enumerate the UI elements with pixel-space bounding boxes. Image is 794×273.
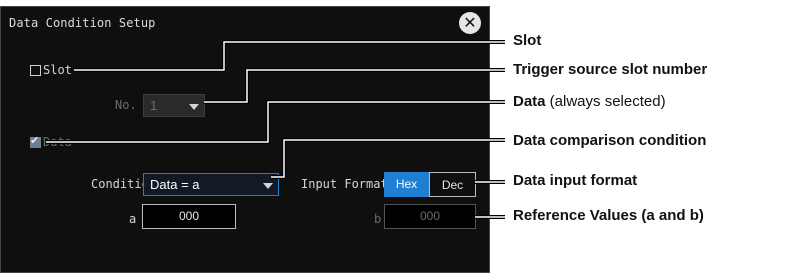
callout-slot: Slot (513, 32, 542, 49)
callout-data: Data (always selected) (513, 93, 666, 110)
callout-reference: Reference Values (a and b) (513, 207, 704, 224)
callout-comparison: Data comparison condition (513, 132, 707, 149)
callout-trigger-slot: Trigger source slot number (513, 61, 708, 78)
callout-input-format: Data input format (513, 172, 638, 189)
